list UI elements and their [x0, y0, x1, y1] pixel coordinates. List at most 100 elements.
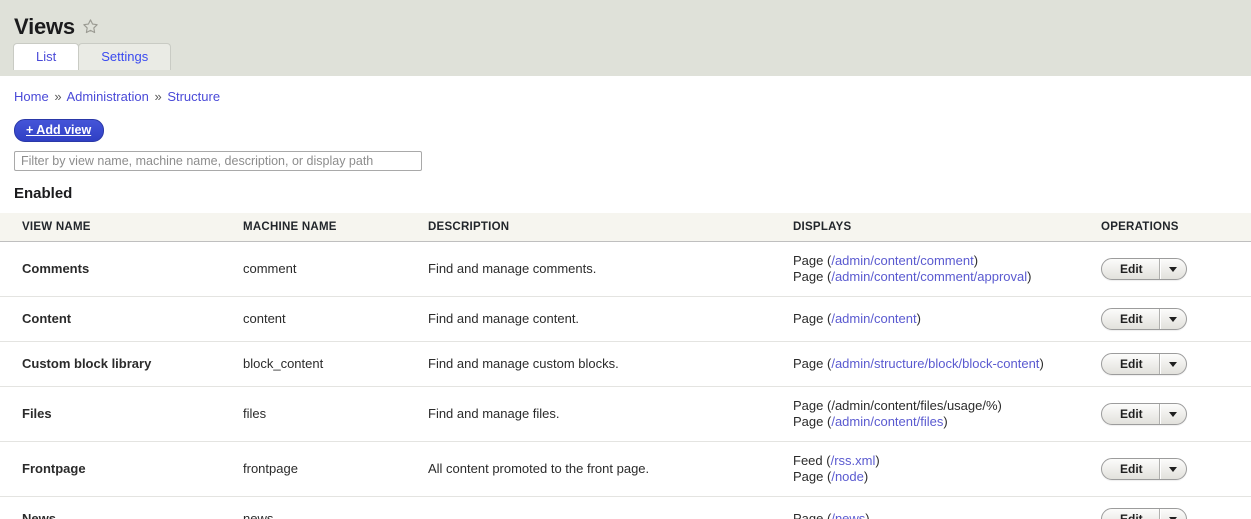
display-path[interactable]: /admin/content/comment/approval [831, 269, 1027, 284]
operations-dropbutton: Edit [1101, 508, 1187, 519]
edit-button[interactable]: Edit [1102, 459, 1160, 479]
edit-button[interactable]: Edit [1102, 259, 1160, 279]
caret-glyph [1169, 411, 1178, 417]
cell-displays: Page (/admin/content) [793, 296, 1101, 342]
display-line: Page (/node) [793, 469, 869, 484]
display-type: Page [793, 269, 824, 284]
display-type: Page [793, 253, 824, 268]
display-path[interactable]: /news [831, 511, 865, 519]
enabled-section-heading: Enabled [14, 185, 73, 202]
cell-operations: Edit [1101, 296, 1251, 342]
table-row: Comments comment Find and manage comments.… [0, 241, 1251, 297]
cell-view-name: Files [0, 386, 243, 442]
cell-view-name: Comments [0, 241, 243, 297]
display-line: Page (/admin/content/comment) [793, 253, 979, 268]
display-line: Feed (/rss.xml) [793, 453, 880, 468]
cell-operations: Edit [1101, 341, 1251, 387]
chevron-down-icon[interactable] [1159, 354, 1186, 374]
cell-displays: Page (/admin/content/comment) Page (/admi… [793, 241, 1101, 297]
display-path: /admin/content/files/usage/% [831, 398, 998, 413]
column-header-machine-name: MACHINE NAME [243, 213, 428, 242]
operations-dropbutton: Edit [1101, 403, 1187, 425]
breadcrumb-item-structure[interactable]: Structure [167, 89, 220, 104]
column-header-description: DESCRIPTION [428, 213, 793, 242]
views-filter-input[interactable] [14, 151, 422, 171]
cell-view-name: Frontpage [0, 441, 243, 497]
breadcrumb-item-home[interactable]: Home [14, 89, 49, 104]
title-row: Views [0, 0, 1251, 44]
primary-tabs: List Settings [0, 43, 1251, 70]
display-type: Page [793, 469, 824, 484]
display-type: Page [793, 356, 824, 371]
chevron-down-icon[interactable] [1159, 259, 1186, 279]
tab-list[interactable]: List [13, 43, 80, 70]
display-type: Page [793, 511, 824, 519]
caret-glyph [1169, 316, 1178, 322]
cell-description: Find and manage content. [428, 296, 793, 342]
breadcrumb-separator: » [154, 89, 162, 104]
cell-view-name: Custom block library [0, 341, 243, 387]
views-table: VIEW NAME MACHINE NAME DESCRIPTION DISPL… [0, 213, 1251, 519]
views-table-body: Comments comment Find and manage comments.… [0, 241, 1251, 519]
display-path[interactable]: /admin/structure/block/block-content [831, 356, 1039, 371]
operations-dropbutton: Edit [1101, 353, 1187, 375]
views-table-head: VIEW NAME MACHINE NAME DESCRIPTION DISPL… [0, 213, 1251, 242]
table-row: Frontpage frontpage All content promoted t… [0, 441, 1251, 497]
table-row: Files files Find and manage files. Page (/a… [0, 386, 1251, 442]
chevron-down-icon[interactable] [1159, 309, 1186, 329]
display-path[interactable]: /admin/content/comment [831, 253, 973, 268]
edit-button[interactable]: Edit [1102, 309, 1160, 329]
cell-description: Find and manage custom blocks. [428, 341, 793, 387]
table-header-row: VIEW NAME MACHINE NAME DESCRIPTION DISPL… [0, 213, 1251, 242]
cell-view-name: Content [0, 296, 243, 342]
column-header-operations: OPERATIONS [1101, 213, 1251, 242]
caret-glyph [1169, 266, 1178, 272]
caret-glyph [1169, 466, 1178, 472]
filter-container [0, 142, 1251, 171]
edit-button[interactable]: Edit [1102, 509, 1160, 519]
display-path[interactable]: /admin/content/files [831, 414, 943, 429]
action-links: + Add view [0, 105, 1251, 142]
page-title: Views [14, 13, 75, 39]
display-line: Page (/admin/content/files/usage/%) [793, 398, 1002, 413]
page-header: Views List Settings [0, 0, 1251, 76]
table-row: Content content Find and manage content. Pa… [0, 296, 1251, 342]
display-path[interactable]: /rss.xml [831, 453, 876, 468]
add-view-button[interactable]: + Add view [14, 119, 105, 142]
display-path[interactable]: /admin/content [831, 311, 916, 326]
cell-machine-name: content [243, 296, 428, 342]
operations-dropbutton: Edit [1101, 458, 1187, 480]
breadcrumb-item-administration[interactable]: Administration [66, 89, 148, 104]
cell-view-name: News [0, 496, 243, 519]
cell-operations: Edit [1101, 496, 1251, 519]
column-header-displays: DISPLAYS [793, 213, 1101, 242]
main-content: Home » Administration » Structure + Add … [0, 76, 1251, 519]
operations-dropbutton: Edit [1101, 258, 1187, 280]
cell-operations: Edit [1101, 386, 1251, 442]
cell-description [428, 496, 793, 519]
display-line: Page (/admin/content/files) [793, 414, 948, 429]
display-type: Page [793, 414, 824, 429]
table-row: Custom block library block_content Find an… [0, 341, 1251, 387]
chevron-down-icon[interactable] [1159, 509, 1186, 519]
chevron-down-icon[interactable] [1159, 459, 1186, 479]
cell-displays: Page (/admin/structure/block/block-conte… [793, 341, 1101, 387]
cell-machine-name: frontpage [243, 441, 428, 497]
display-type: Page [793, 311, 824, 326]
display-line: Page (/news) [793, 511, 1091, 519]
edit-button[interactable]: Edit [1102, 354, 1160, 374]
tab-settings[interactable]: Settings [78, 43, 172, 70]
display-type: Page [793, 398, 824, 413]
cell-machine-name: comment [243, 241, 428, 297]
chevron-down-icon[interactable] [1159, 404, 1186, 424]
cell-description: All content promoted to the front page. [428, 441, 793, 497]
display-path[interactable]: /node [831, 469, 864, 484]
cell-operations: Edit [1101, 241, 1251, 297]
display-type: Feed [793, 453, 823, 468]
cell-operations: Edit [1101, 441, 1251, 497]
breadcrumb-separator: » [54, 89, 62, 104]
cell-displays: Feed (/rss.xml) Page (/node) [793, 441, 1101, 497]
edit-button[interactable]: Edit [1102, 404, 1160, 424]
star-outline-icon[interactable] [82, 18, 99, 38]
display-line: Page (/admin/content) [793, 311, 921, 326]
